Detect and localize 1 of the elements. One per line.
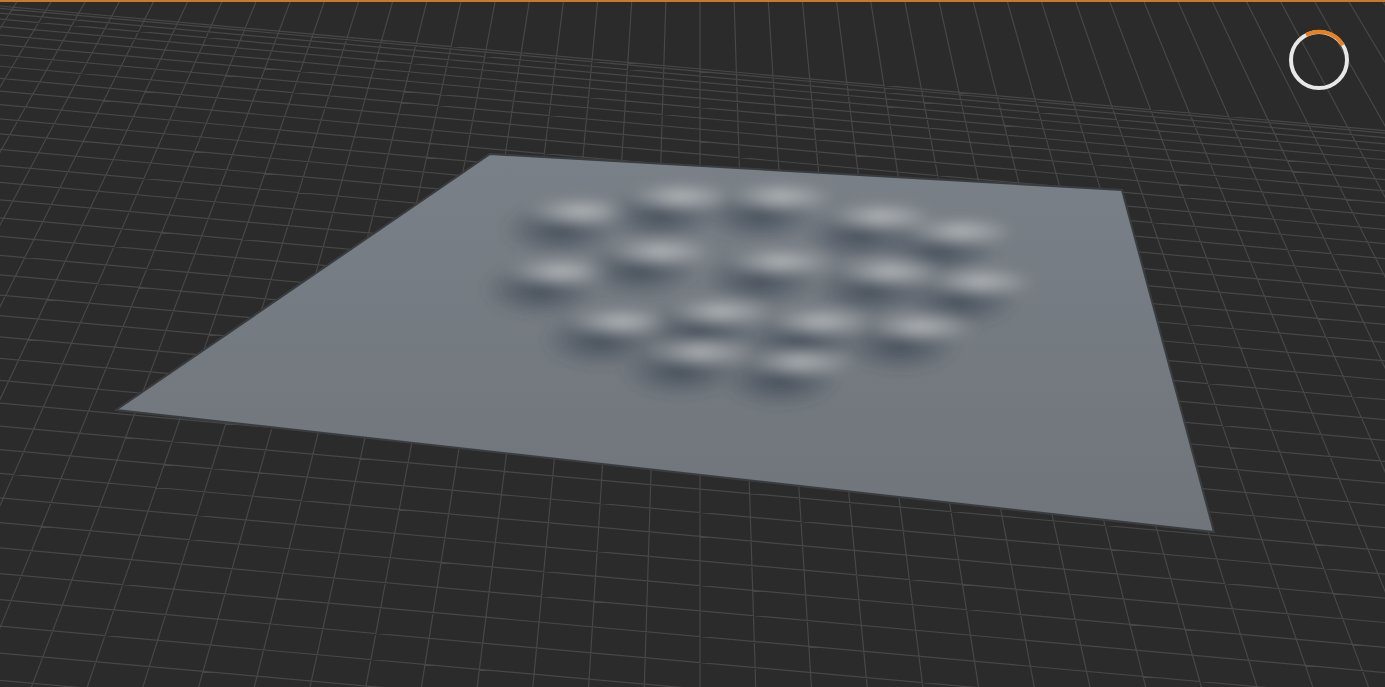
view-gizmo-icon[interactable] xyxy=(1289,29,1349,90)
